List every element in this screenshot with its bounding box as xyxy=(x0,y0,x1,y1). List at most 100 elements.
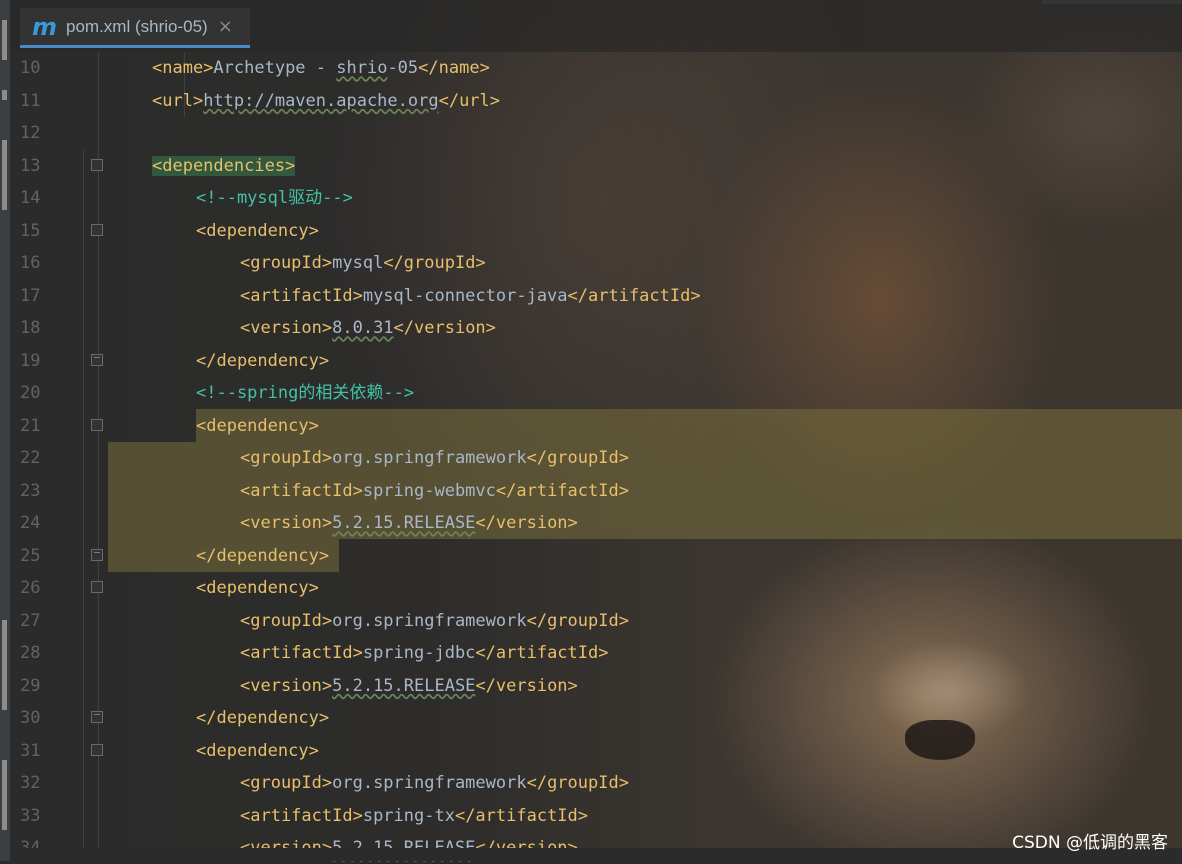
line-number: 13 xyxy=(20,155,41,176)
xml-value: 8.0.31 xyxy=(332,318,394,338)
fold-toggle-icon[interactable] xyxy=(91,158,103,171)
xml-tag: <dependency> xyxy=(196,578,319,598)
line-number: 23 xyxy=(20,480,41,501)
code-line[interactable]: 21 <dependency> xyxy=(10,410,1182,442)
fold-toggle-icon[interactable] xyxy=(91,581,103,593)
code-text: <groupId>org.springframework</groupId> xyxy=(240,442,629,474)
xml-value: 5.2.15.RELEASE xyxy=(332,675,476,696)
xml-tag: </artifactId> xyxy=(475,643,609,663)
code-line[interactable]: 33 <artifactId>spring-tx</artifactId> xyxy=(10,800,1182,832)
xml-tag: <dependencies> xyxy=(152,155,296,176)
code-line[interactable]: 31 <dependency> xyxy=(10,735,1182,767)
code-line[interactable]: 15 <dependency> xyxy=(10,215,1182,247)
code-line[interactable]: 27 <groupId>org.springframework</groupId> xyxy=(10,605,1182,637)
code-line[interactable]: 20 <!--spring的相关依赖--> xyxy=(10,377,1182,409)
line-number: 25 xyxy=(20,545,41,566)
code-text: <artifactId>mysql-connector-java</artifa… xyxy=(240,280,701,312)
xml-value: 5.2.15.RELEASE xyxy=(332,513,476,533)
code-line[interactable]: 22 <groupId>org.springframework</groupId> xyxy=(10,442,1182,474)
xml-tag: </groupId> xyxy=(526,610,629,631)
xml-tag: </artifactId> xyxy=(567,285,701,306)
line-number: 33 xyxy=(20,805,41,826)
code-line[interactable]: 18 <version>8.0.31</version> xyxy=(10,312,1182,344)
code-line[interactable]: 10 <name>Archetype - shrio-05</name> xyxy=(10,52,1182,84)
code-text: <groupId>mysql</groupId> xyxy=(240,247,486,279)
code-line[interactable]: 24 <version>5.2.15.RELEASE</version> xyxy=(10,507,1182,539)
line-number: 21 xyxy=(20,415,41,436)
code-text: <dependency> xyxy=(196,735,319,767)
xml-tag: <artifactId> xyxy=(240,805,363,826)
code-line[interactable]: 19 </dependency> xyxy=(10,345,1182,377)
line-number: 19 xyxy=(20,350,41,371)
xml-tag: </name> xyxy=(418,58,490,78)
line-number: 18 xyxy=(20,318,41,338)
maven-m-icon: m xyxy=(32,12,58,41)
line-number: 32 xyxy=(20,773,41,793)
fold-end-icon[interactable] xyxy=(91,711,103,723)
line-number: 10 xyxy=(20,58,41,78)
xml-tag: <artifactId> xyxy=(240,643,363,663)
code-text: <url>http://maven.apache.org</url> xyxy=(152,85,500,117)
xml-tag: </groupId> xyxy=(526,773,629,793)
xml-tag: </artifactId> xyxy=(495,480,629,501)
line-number: 12 xyxy=(20,123,41,143)
code-line[interactable]: 13 <dependencies> xyxy=(10,150,1182,182)
code-line[interactable]: 23 <artifactId>spring-webmvc</artifactId> xyxy=(10,475,1182,507)
xml-tag: </version> xyxy=(475,513,578,533)
left-tool-strip[interactable] xyxy=(0,0,11,861)
line-number: 30 xyxy=(20,708,41,728)
code-line[interactable]: 16 <groupId>mysql</groupId> xyxy=(10,247,1182,279)
xml-value: -05 xyxy=(387,58,419,78)
code-text: </dependency> xyxy=(196,540,329,572)
code-text: <dependency> xyxy=(196,572,319,604)
xml-tag: </dependency> xyxy=(196,545,330,566)
code-editor[interactable]: 10 <name>Archetype - shrio-05</name> 11 <ur… xyxy=(10,52,1182,861)
line-number: 24 xyxy=(20,513,41,533)
xml-value: http://maven.apache.org xyxy=(203,90,439,111)
code-text: </dependency> xyxy=(196,702,329,734)
fold-end-icon[interactable] xyxy=(91,353,103,366)
tab-label: pom.xml (shrio-05) xyxy=(66,16,208,36)
xml-value: shrio xyxy=(336,58,388,78)
xml-value: org.springframework xyxy=(332,448,527,468)
code-line[interactable]: 14 <!--mysql驱动--> xyxy=(10,182,1182,214)
code-text: <groupId>org.springframework</groupId> xyxy=(240,605,629,637)
xml-tag: <version> xyxy=(240,318,333,338)
xml-tag: <version> xyxy=(240,513,333,533)
status-strip xyxy=(10,848,1182,861)
code-text: <dependency> xyxy=(196,410,319,442)
line-number: 31 xyxy=(20,740,41,761)
xml-tag: </dependency> xyxy=(196,708,330,728)
close-icon[interactable]: × xyxy=(218,16,233,37)
code-line[interactable]: 29 <version>5.2.15.RELEASE</version> xyxy=(10,670,1182,702)
xml-value: org.springframework xyxy=(332,610,527,631)
xml-value: spring-jdbc xyxy=(362,643,476,663)
line-number: 26 xyxy=(20,578,41,598)
code-text: <groupId>org.springframework</groupId> xyxy=(240,767,629,799)
xml-tag: <groupId> xyxy=(240,448,333,468)
code-line[interactable]: 25 </dependency> xyxy=(10,540,1182,572)
line-number: 20 xyxy=(20,383,41,403)
watermark: CSDN @低调的黑客 xyxy=(1012,833,1168,853)
code-line[interactable]: 12 xyxy=(10,117,1182,149)
code-line[interactable]: 32 <groupId>org.springframework</groupId> xyxy=(10,767,1182,799)
code-text: <!--mysql驱动--> xyxy=(196,182,353,214)
xml-tag: <groupId> xyxy=(240,253,333,273)
line-number: 22 xyxy=(20,448,41,468)
tab-pom-xml[interactable]: m pom.xml (shrio-05) × xyxy=(20,8,250,48)
code-line[interactable]: 11 <url>http://maven.apache.org</url> xyxy=(10,85,1182,117)
xml-tag: <dependency> xyxy=(196,220,319,241)
code-text: <artifactId>spring-tx</artifactId> xyxy=(240,800,588,832)
code-line[interactable]: 17 <artifactId>mysql-connector-java</arti… xyxy=(10,280,1182,312)
fold-toggle-icon[interactable] xyxy=(91,743,103,756)
code-line[interactable]: 26 <dependency> xyxy=(10,572,1182,604)
xml-tag: <artifactId> xyxy=(240,285,363,306)
line-number: 27 xyxy=(20,610,41,631)
fold-toggle-icon[interactable] xyxy=(91,223,103,236)
fold-toggle-icon[interactable] xyxy=(91,418,103,431)
code-line[interactable]: 28 <artifactId>spring-jdbc</artifactId> xyxy=(10,637,1182,669)
code-line[interactable]: 30 </dependency> xyxy=(10,702,1182,734)
fold-end-icon[interactable] xyxy=(91,548,103,561)
xml-tag: <name> xyxy=(152,58,214,78)
line-number: 29 xyxy=(20,675,41,696)
